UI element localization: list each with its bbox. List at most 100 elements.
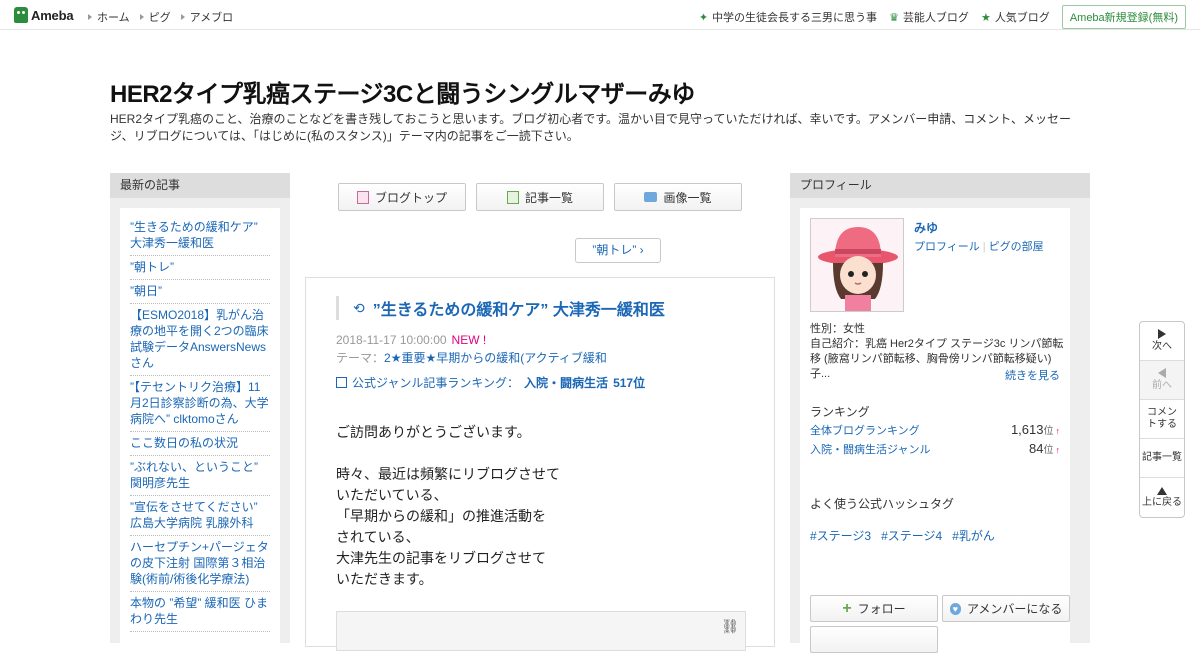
article-list-nav-button[interactable]: 記事一覧	[1140, 439, 1184, 478]
nav-pigg[interactable]: ピグ	[139, 9, 171, 25]
profile-more-link[interactable]: 続きを見る	[1005, 367, 1060, 383]
latest-article-item[interactable]: 本物の ”希望” 緩和医 ひまわり先生	[130, 592, 270, 632]
hashtag-title: よく使う公式ハッシュタグ	[810, 497, 955, 511]
play-icon	[1158, 329, 1166, 339]
latest-article-item[interactable]: ”【テセントリク治療】11月2日診察診断の為、大学病院へ” clktomoさん	[130, 376, 270, 432]
trending-link-label: 中学の生徒会長する三男に思う事	[712, 12, 878, 24]
caret-right-icon	[180, 14, 185, 20]
ranking-icon	[336, 377, 347, 388]
follow-button[interactable]: + フォロー	[810, 595, 938, 622]
next-article-label: ”朝トレ”	[592, 243, 637, 257]
ranking-unit: 位	[1043, 426, 1054, 437]
nav-home-label: ホーム	[97, 12, 130, 24]
ranking-title: ランキング	[810, 405, 870, 419]
nav-pigg-label: ピグ	[148, 12, 171, 24]
arrow-up-icon: ↑	[1055, 426, 1061, 436]
document-icon	[356, 190, 369, 204]
latest-article-item[interactable]: ”宣伝をさせてください” 広島大学病院 乳腺外科	[130, 496, 270, 536]
latest-article-item[interactable]: ここ数日の私の状況	[130, 432, 270, 456]
reblog-icon: ⟲	[353, 299, 365, 316]
amember-button[interactable]: ♥ アメンバーになる	[942, 595, 1070, 622]
header-right-links: ✦ 中学の生徒会長する三男に思う事 ♛ 芸能人ブログ ★ 人気ブログ Ameba新規登…	[699, 5, 1186, 29]
image-list-button[interactable]: 画像一覧	[614, 183, 742, 211]
body-line	[336, 443, 560, 464]
copy-icon	[506, 190, 519, 204]
signup-button[interactable]: Ameba新規登録(無料)	[1061, 5, 1186, 29]
latest-article-item[interactable]: 【ESMO2018】乳がん治療の地平を開く2つの臨床試験データAnswersNe…	[130, 304, 270, 376]
trending-link[interactable]: ✦ 中学の生徒会長する三男に思う事	[699, 9, 877, 25]
article-meta: 2018-11-17 10:00:00 NEW !	[336, 333, 486, 347]
theme-label: テーマ：	[336, 351, 385, 365]
ranking-row: 全体ブログランキング 1,613位 ↑	[810, 422, 1060, 438]
body-line: 「早期からの緩和」の推進活動を	[336, 508, 546, 524]
article-title[interactable]: ”生きるための緩和ケア” 大津秀一緩和医	[373, 296, 665, 320]
ranking-unit: 位	[1043, 445, 1054, 456]
profile-action-button[interactable]	[810, 626, 938, 653]
crown-icon: ♛	[889, 11, 899, 24]
hashtag-list: #ステージ3 #ステージ4 #乳がん	[810, 527, 995, 544]
profile-link[interactable]: プロフィール	[914, 241, 980, 253]
theme-link[interactable]: 2★重要★早期からの緩和(アクティブ緩和	[384, 351, 607, 365]
prev-nav-button[interactable]: 前へ	[1140, 361, 1184, 400]
article-date: 2018-11-17 10:00:00	[336, 333, 447, 347]
blog-description: HER2タイプ乳癌のこと、治療のことなどを書き残しておこうと思います。ブログ初心…	[110, 112, 1072, 143]
body-line: 大津先生の記事をリブログさせて	[336, 550, 546, 566]
follow-label: フォロー	[857, 602, 906, 616]
ranking-number: 84	[1029, 441, 1044, 456]
latest-article-item[interactable]: ”ぶれない、ということ” 関明彦先生	[130, 456, 270, 496]
hashtag-link[interactable]: #ステージ3	[810, 527, 871, 544]
next-article-button[interactable]: ”朝トレ” ›	[575, 238, 661, 263]
pigg-room-link[interactable]: ピグの部屋	[989, 241, 1044, 253]
popular-blog-link[interactable]: ★ 人気ブログ	[981, 9, 1050, 25]
global-header: Ameba ホーム ピグ アメブロ ✦ 中学の生徒会長する三男に思う事 ♛ 芸能人ブ…	[0, 0, 1200, 30]
hashtag-link[interactable]: #ステージ4	[881, 527, 942, 544]
arrow-up-icon: ↑	[1055, 445, 1061, 455]
latest-article-item[interactable]: ハーセプチン+パージェタの皮下注射 国際第３相治験(術前/術後化学療法)	[130, 536, 270, 592]
profile-links: プロフィール | ピグの部屋	[914, 238, 1044, 254]
plus-icon: +	[842, 599, 852, 617]
sparkle-icon: ✦	[698, 11, 709, 24]
body-line: 時々、最近は頻繁にリブログさせて	[336, 466, 560, 482]
latest-articles-list: ”生きるための緩和ケア” 大津秀一緩和医 ”朝トレ” ”朝日” 【ESMO201…	[120, 208, 280, 648]
profile-name[interactable]: みゆ	[914, 219, 938, 236]
back-to-top-button[interactable]: 上に戻る	[1140, 478, 1184, 517]
ameba-logo[interactable]: Ameba	[14, 7, 74, 23]
blog-title[interactable]: HER2タイプ乳癌ステージ3Cと闘うシングルマザーみゆ	[110, 74, 695, 109]
article-list-nav-label: 記事一覧	[1142, 452, 1182, 463]
link-icon: ⛓	[721, 618, 739, 634]
avatar[interactable]	[810, 218, 904, 312]
nav-ameblo[interactable]: アメブロ	[180, 9, 234, 25]
celebrity-blog-link[interactable]: ♛ 芸能人ブログ	[889, 9, 969, 25]
ranking-number: 1,613	[1010, 422, 1044, 437]
ranking-label-link[interactable]: 入院・闘病生活ジャンル	[810, 441, 930, 457]
profile-heading: プロフィール	[790, 173, 1090, 198]
ameba-logo-text: Ameba	[31, 7, 74, 23]
ranking-row: 入院・闘病生活ジャンル 84位 ↑	[810, 441, 1060, 457]
back-to-top-label: 上に戻る	[1142, 496, 1182, 508]
arrow-up-icon	[1157, 486, 1167, 495]
blog-top-label: ブログトップ	[374, 190, 447, 205]
blog-top-button[interactable]: ブログトップ	[338, 183, 466, 211]
latest-article-item[interactable]: ”生きるための緩和ケア” 大津秀一緩和医	[130, 216, 270, 256]
divider: |	[982, 241, 986, 253]
nav-ameblo-label: アメブロ	[189, 12, 234, 24]
ranking-value: 517位	[613, 376, 646, 390]
hashtag-link[interactable]: #乳がん	[952, 527, 995, 544]
body-line: されている、	[336, 529, 420, 545]
latest-article-item[interactable]: ”朝日”	[130, 280, 270, 304]
star-icon: ★	[980, 11, 991, 24]
reblog-embed-card[interactable]: ⛓	[336, 611, 746, 651]
genre-ranking-link[interactable]: 公式ジャンル記事ランキング： 入院・闘病生活 517位	[336, 374, 645, 391]
floating-nav: 次へ 前へ コメントする 記事一覧 上に戻る	[1139, 321, 1185, 518]
next-nav-button[interactable]: 次へ	[1140, 322, 1184, 361]
latest-article-item[interactable]: ”朝トレ”	[130, 256, 270, 280]
nav-home[interactable]: ホーム	[88, 9, 130, 25]
article-list-button[interactable]: 記事一覧	[476, 183, 604, 211]
profile-gender: 性別：女性	[810, 323, 865, 335]
comment-nav-label: コメントする	[1147, 407, 1177, 430]
image-list-label: 画像一覧	[663, 190, 712, 205]
ranking-label-link[interactable]: 全体ブログランキング	[810, 422, 920, 438]
comment-nav-button[interactable]: コメントする	[1140, 400, 1184, 439]
caret-right-icon	[139, 14, 144, 20]
ranking-genre: 入院・闘病生活	[524, 376, 609, 390]
